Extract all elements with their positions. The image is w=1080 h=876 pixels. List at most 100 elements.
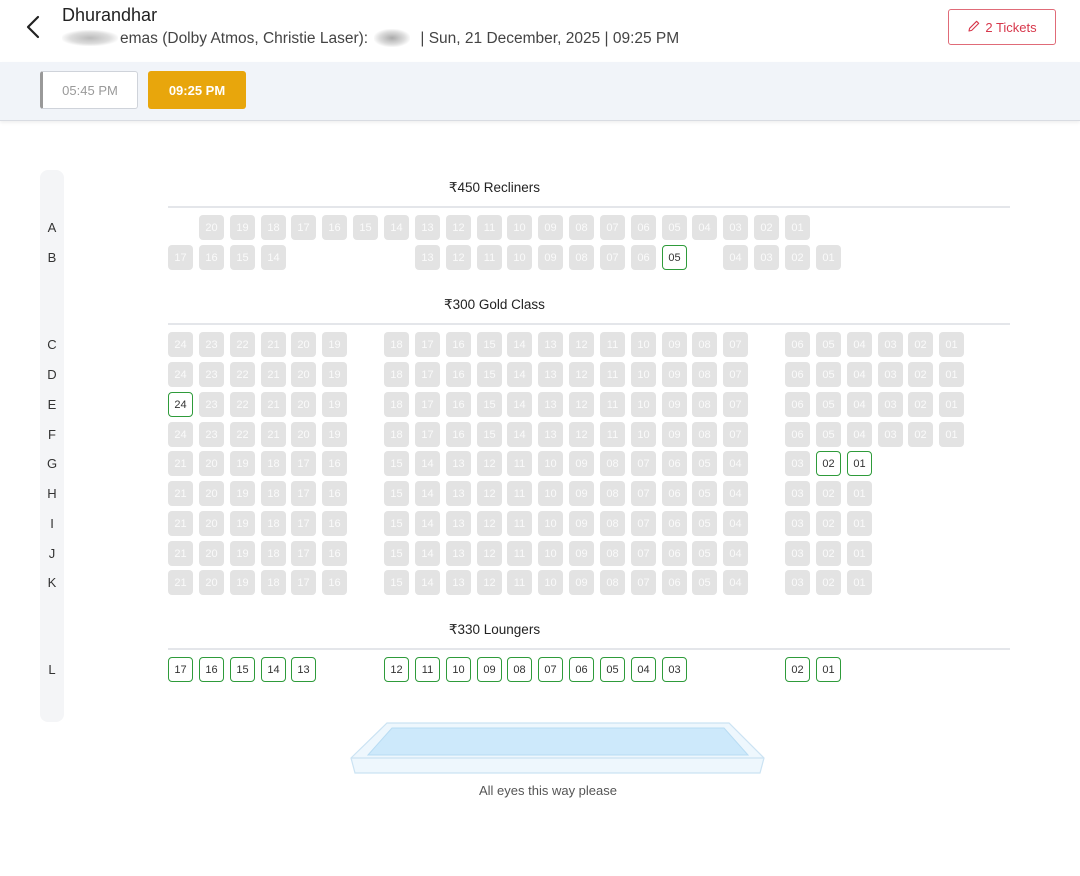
row-label: F bbox=[48, 427, 56, 442]
seat-available[interactable]: 04 bbox=[631, 657, 656, 682]
back-chevron-icon[interactable] bbox=[22, 14, 46, 40]
seat-sold: 23 bbox=[199, 392, 224, 417]
seat-sold: 01 bbox=[939, 392, 964, 417]
seat-available[interactable]: 07 bbox=[538, 657, 563, 682]
seat-available[interactable]: 24 bbox=[168, 392, 193, 417]
seat-sold: 21 bbox=[168, 451, 193, 476]
seat-sold: 18 bbox=[261, 541, 286, 566]
movie-title: Dhurandhar bbox=[62, 5, 158, 25]
seat-sold: 16 bbox=[322, 215, 347, 240]
seat-sold: 18 bbox=[261, 451, 286, 476]
seat-sold: 01 bbox=[939, 422, 964, 447]
seat-sold: 02 bbox=[816, 481, 841, 506]
seat-sold: 14 bbox=[415, 511, 440, 536]
seat-sold: 02 bbox=[816, 570, 841, 595]
seat-sold: 05 bbox=[816, 422, 841, 447]
seat-sold: 17 bbox=[415, 392, 440, 417]
seat-available[interactable]: 08 bbox=[507, 657, 532, 682]
seat-sold: 06 bbox=[785, 362, 810, 387]
seat-sold: 04 bbox=[692, 215, 717, 240]
seat-sold: 14 bbox=[507, 362, 532, 387]
seat-available[interactable]: 09 bbox=[477, 657, 502, 682]
seat-sold: 15 bbox=[384, 451, 409, 476]
seat-available[interactable]: 12 bbox=[384, 657, 409, 682]
seat-sold: 18 bbox=[384, 422, 409, 447]
seat-sold: 12 bbox=[569, 392, 594, 417]
seat-sold: 04 bbox=[723, 451, 748, 476]
seat-available[interactable]: 02 bbox=[816, 451, 841, 476]
seat-sold: 13 bbox=[538, 422, 563, 447]
seat-sold: 12 bbox=[477, 481, 502, 506]
seat-sold: 08 bbox=[600, 541, 625, 566]
seat-available[interactable]: 06 bbox=[569, 657, 594, 682]
seat-sold: 01 bbox=[847, 511, 872, 536]
seat-sold: 24 bbox=[168, 422, 193, 447]
seat-available[interactable]: 05 bbox=[600, 657, 625, 682]
seat-available[interactable]: 02 bbox=[785, 657, 810, 682]
seat-available[interactable]: 16 bbox=[199, 657, 224, 682]
row-label: D bbox=[47, 367, 57, 382]
seat-sold: 14 bbox=[507, 392, 532, 417]
seat-available[interactable]: 14 bbox=[261, 657, 286, 682]
seat-sold: 04 bbox=[847, 362, 872, 387]
seat-sold: 05 bbox=[816, 392, 841, 417]
seat-sold: 06 bbox=[785, 332, 810, 357]
seat-available[interactable]: 11 bbox=[415, 657, 440, 682]
seat-sold: 22 bbox=[230, 392, 255, 417]
seat-available[interactable]: 01 bbox=[847, 451, 872, 476]
seat-sold: 07 bbox=[723, 332, 748, 357]
seat-sold: 05 bbox=[816, 332, 841, 357]
seat-available[interactable]: 01 bbox=[816, 657, 841, 682]
seat-sold: 09 bbox=[569, 451, 594, 476]
seat-sold: 07 bbox=[631, 451, 656, 476]
seat-sold: 12 bbox=[477, 570, 502, 595]
seat-available[interactable]: 13 bbox=[291, 657, 316, 682]
seat-sold: 16 bbox=[322, 541, 347, 566]
seat-sold: 18 bbox=[384, 362, 409, 387]
seat-sold: 03 bbox=[785, 481, 810, 506]
seat-sold: 23 bbox=[199, 332, 224, 357]
seat-sold: 11 bbox=[507, 570, 532, 595]
tickets-count-button[interactable]: 2 Tickets bbox=[948, 9, 1056, 45]
seat-sold: 01 bbox=[847, 481, 872, 506]
seat-sold: 01 bbox=[847, 570, 872, 595]
seat-sold: 14 bbox=[415, 451, 440, 476]
seat-sold: 15 bbox=[384, 541, 409, 566]
seat-sold: 13 bbox=[446, 481, 471, 506]
seat-sold: 02 bbox=[816, 511, 841, 536]
seat-available[interactable]: 15 bbox=[230, 657, 255, 682]
row-label: I bbox=[50, 516, 54, 531]
section-title: ₹450 Recliners bbox=[448, 180, 541, 195]
seat-sold: 21 bbox=[168, 570, 193, 595]
seat-sold: 19 bbox=[322, 422, 347, 447]
showtime-button-selected[interactable]: 09:25 PM bbox=[148, 71, 246, 109]
section-divider bbox=[168, 206, 1010, 208]
seat-sold: 02 bbox=[908, 362, 933, 387]
seat-sold: 12 bbox=[446, 245, 471, 270]
seat-sold: 14 bbox=[415, 481, 440, 506]
seat-available[interactable]: 03 bbox=[662, 657, 687, 682]
seat-sold: 13 bbox=[538, 392, 563, 417]
showtime-button[interactable]: 05:45 PM bbox=[40, 71, 138, 109]
seat-sold: 13 bbox=[538, 332, 563, 357]
seat-available[interactable]: 05 bbox=[662, 245, 687, 270]
row-label: A bbox=[47, 220, 57, 235]
seat-sold: 15 bbox=[230, 245, 255, 270]
seat-sold: 06 bbox=[631, 215, 656, 240]
seat-sold: 17 bbox=[291, 215, 316, 240]
seat-sold: 23 bbox=[199, 362, 224, 387]
seat-sold: 07 bbox=[600, 215, 625, 240]
seat-sold: 02 bbox=[816, 541, 841, 566]
seat-available[interactable]: 10 bbox=[446, 657, 471, 682]
seat-sold: 07 bbox=[723, 422, 748, 447]
seat-sold: 18 bbox=[261, 481, 286, 506]
seat-sold: 07 bbox=[631, 511, 656, 536]
section-divider bbox=[168, 323, 1010, 325]
seat-sold: 09 bbox=[569, 570, 594, 595]
seat-available[interactable]: 17 bbox=[168, 657, 193, 682]
header: Dhurandhar emas (Dolby Atmos, Christie L… bbox=[0, 0, 1080, 62]
seat-sold: 08 bbox=[569, 215, 594, 240]
section-title: ₹300 Gold Class bbox=[444, 297, 545, 312]
seat-sold: 02 bbox=[908, 392, 933, 417]
seat-sold: 16 bbox=[446, 422, 471, 447]
